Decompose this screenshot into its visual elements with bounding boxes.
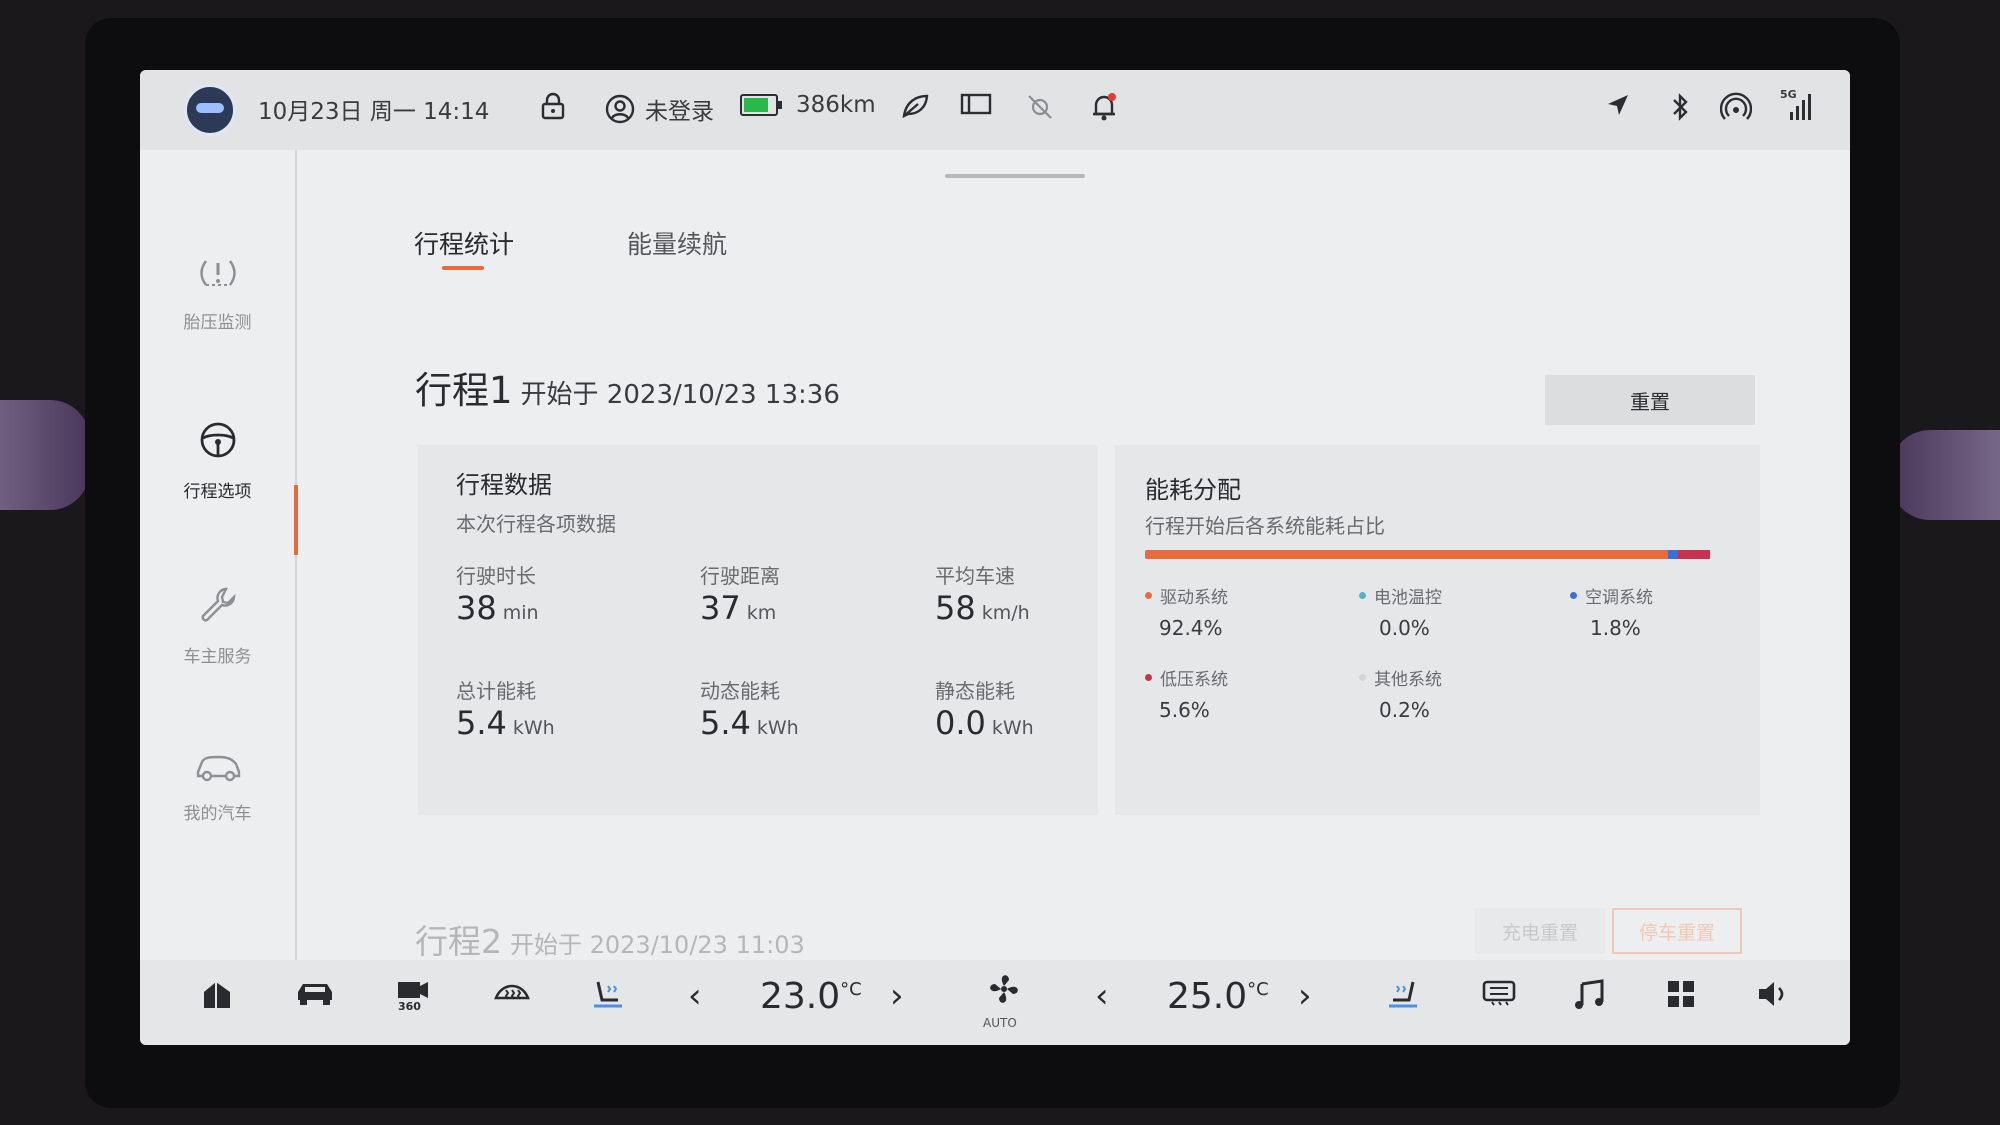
wrench-icon [140,585,295,634]
eco-leaf-icon[interactable] [900,92,930,120]
volume-icon[interactable] [1755,978,1791,1016]
legend-ac-system: 空调系统 1.8% [1570,583,1653,640]
sidebar-item-trip-options[interactable]: 行程选项 [140,420,295,502]
trip-data-card: 行程数据 本次行程各项数据 行驶时长 38 min 行驶距离 37 km 平均车速 … [418,445,1098,815]
energy-subtitle: 行程开始后各系统能耗占比 [1145,514,1385,538]
energy-bar-segment [1667,550,1679,559]
energy-distribution-card: 能耗分配 行程开始后各系统能耗占比 驱动系统 92.4% 电池温控 0.0% 空… [1115,445,1760,815]
cellular-signal: 5G [1780,88,1812,122]
metric-static-energy: 静态能耗 0.0 kWh [935,679,1034,742]
tab-energy-range[interactable]: 能量续航 [627,225,727,261]
reset-button[interactable]: 重置 [1545,375,1755,425]
sidebar-active-indicator [294,485,298,555]
sidebar: 胎压监测 行程选项 车主服务 我的汽车 [140,150,298,960]
legend-low-voltage: 低压系统 5.6% [1145,665,1228,722]
trip1-start-time: 开始于 2023/10/23 13:36 [520,380,840,410]
user-login[interactable]: 未登录 [605,92,714,126]
lock-icon[interactable] [540,92,566,120]
energy-bar-segment [1709,550,1711,559]
metric-dynamic-energy: 动态能耗 5.4 kWh [700,679,799,742]
rear-defrost-icon[interactable] [1480,978,1518,1014]
trip2-header: 行程2 开始于 2023/10/23 11:03 [415,915,805,963]
sidebar-item-my-car[interactable]: 我的汽车 [140,750,295,824]
energy-bar-segment [1678,550,1710,559]
temp-right-decrease[interactable]: ‹ [1095,976,1109,1016]
trip-data-subtitle: 本次行程各项数据 [456,512,616,536]
drag-handle[interactable] [945,174,1085,178]
metric-total-energy: 总计能耗 5.4 kWh [456,679,555,742]
apps-grid-icon[interactable] [1665,978,1697,1016]
music-icon[interactable] [1572,978,1606,1018]
trip2-start-time: 开始于 2023/10/23 11:03 [510,931,805,959]
infotainment-screen: 10月23日 周一 14:14 未登录 386km 5G 胎压监测 行程选项 车… [140,70,1850,1045]
trip2-title: 行程2 [415,922,502,961]
fan-icon[interactable] [985,970,1023,1014]
energy-title: 能耗分配 [1145,476,1241,504]
temp-left: 23.0°C [760,976,862,1017]
status-bar: 10月23日 周一 14:14 未登录 386km 5G [140,70,1850,150]
battery-range[interactable]: 386km [740,92,876,118]
energy-distribution-bar [1145,550,1711,559]
ambient-light-right [1890,430,2000,520]
trip1-header: 行程1 开始于 2023/10/23 13:36 [415,360,840,414]
temp-left-increase[interactable]: › [890,976,904,1016]
ambient-light-left [0,400,90,510]
sidebar-item-tire-pressure[interactable]: 胎压监测 [140,255,295,333]
temp-right: 25.0°C [1167,976,1269,1017]
user-icon [605,94,635,124]
car-icon [140,750,295,791]
seat-heat-right-icon[interactable] [1385,978,1421,1018]
bottom-dock: 360 ‹ 23.0°C › AUTO ‹ 25.0°C › [140,960,1850,1045]
home-icon[interactable] [200,978,234,1018]
legend-dot [1359,674,1366,681]
legend-drive-system: 驱动系统 92.4% [1145,583,1228,640]
datetime: 10月23日 周一 14:14 [258,99,490,125]
legend-dot [1570,592,1577,599]
camera-360-icon[interactable]: 360 [395,978,431,1018]
steering-wheel-icon [140,420,295,469]
avatar[interactable] [184,84,236,136]
tab-trip-stats[interactable]: 行程统计 [414,225,514,261]
legend-dot [1359,592,1366,599]
tire-pressure-icon [140,255,295,300]
charge-reset-button[interactable]: 充电重置 [1475,908,1605,954]
battery-icon [740,94,782,116]
temp-right-increase[interactable]: › [1298,976,1312,1016]
front-defrost-icon[interactable] [492,978,532,1016]
legend-battery-thermal: 电池温控 0.0% [1359,583,1442,640]
bluetooth-icon[interactable] [1670,92,1690,122]
energy-bar-segment [1145,550,1668,559]
park-reset-button[interactable]: 停车重置 [1612,908,1742,954]
fan-auto-label: AUTO [983,1016,1017,1030]
navigation-arrow-icon[interactable] [1605,92,1631,118]
camera-off-icon[interactable] [1025,92,1055,122]
legend-other-systems: 其他系统 0.2% [1359,665,1442,722]
metric-distance: 行驶距离 37 km [700,564,780,627]
legend-dot [1145,674,1152,681]
screen-mode-icon[interactable] [960,92,992,116]
vehicle-icon[interactable] [295,978,335,1014]
notification-bell-icon[interactable] [1090,92,1118,122]
seat-heat-left-icon[interactable] [590,978,626,1018]
svg-text:360: 360 [398,1000,421,1012]
tab-active-underline [442,266,484,270]
metric-duration: 行驶时长 38 min [456,564,539,627]
legend-dot [1145,592,1152,599]
sidebar-item-owner-service[interactable]: 车主服务 [140,585,295,667]
trip-data-title: 行程数据 [456,471,552,499]
hotspot-icon[interactable] [1720,92,1752,122]
temp-left-decrease[interactable]: ‹ [688,976,702,1016]
metric-avg-speed: 平均车速 58 km/h [935,564,1030,627]
trip1-title: 行程1 [415,369,513,412]
